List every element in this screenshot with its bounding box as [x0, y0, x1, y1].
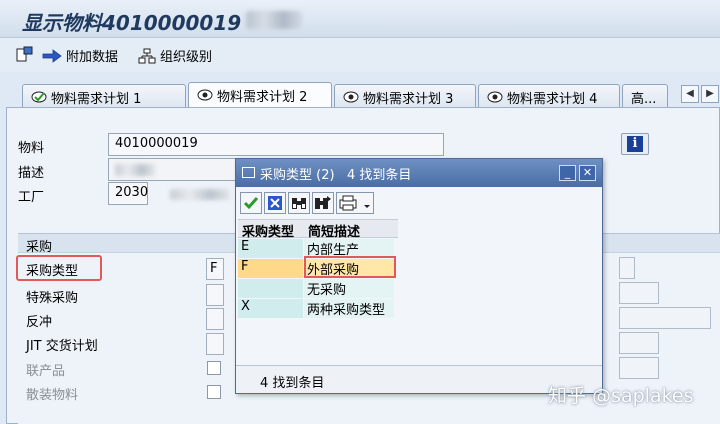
- list-item-desc: 无采购: [304, 279, 394, 298]
- special-proc-label: 特殊采购: [26, 291, 79, 306]
- tab-mrp2[interactable]: 物料需求计划 2: [188, 82, 332, 109]
- popup-status-text: 4 找到条目: [260, 376, 325, 391]
- tab-label: 物料需求计划 3: [363, 92, 454, 107]
- tab-status-icon: [31, 90, 47, 103]
- description-field[interactable]: [108, 158, 236, 181]
- tab-label: 物料需求计划 2: [217, 90, 308, 105]
- list-item[interactable]: X 两种采购类型: [238, 299, 398, 318]
- col-short-desc: 简短描述: [308, 225, 361, 240]
- list-item-type: [238, 279, 303, 298]
- description-redacted: [115, 164, 155, 176]
- popup-title-bar: 采购类型 (2) 4 找到条目 _ ✕: [236, 159, 602, 187]
- binoculars-icon: [292, 198, 306, 209]
- tab-status-icon: [343, 90, 359, 103]
- list-item[interactable]: 无采购: [238, 279, 398, 298]
- list-item-desc: 两种采购类型: [304, 299, 394, 318]
- list-item-type: E: [238, 239, 303, 258]
- bulk-material-label: 散装物料: [26, 388, 79, 403]
- org-structure-icon: [138, 48, 156, 64]
- plant-name-redacted: [170, 189, 230, 200]
- title-bar: 显示物料4010000019: [0, 0, 720, 38]
- co-product-checkbox[interactable]: [207, 361, 221, 375]
- tab-scroll-right-button[interactable]: ▶: [701, 85, 719, 103]
- find-next-icon: [315, 196, 331, 209]
- minimize-icon: _: [564, 166, 571, 179]
- popup-title: 采购类型 (2) 4 找到条目: [260, 164, 411, 183]
- jit-schedule-label: JIT 交货计划: [26, 339, 98, 354]
- tab-status-icon: [487, 90, 503, 103]
- right-field-4[interactable]: [619, 332, 659, 354]
- tab-mrp1[interactable]: 物料需求计划 1: [22, 84, 186, 108]
- proc-type-label: 采购类型: [26, 264, 79, 279]
- cancel-button[interactable]: [264, 192, 286, 214]
- cancel-icon: [268, 196, 282, 210]
- co-product-label: 联产品: [26, 364, 66, 379]
- confirm-button[interactable]: [240, 192, 262, 214]
- tab-more[interactable]: 高...: [622, 84, 668, 108]
- tab-label: 物料需求计划 4: [507, 92, 598, 107]
- tab-status-icon: [197, 88, 213, 101]
- tab-scroll-left-button[interactable]: ◀: [681, 85, 699, 103]
- right-field-1[interactable]: [619, 257, 635, 279]
- plant-label: 工厂: [18, 190, 45, 205]
- window-title: 显示物料4010000019: [22, 11, 242, 35]
- org-levels-label: 组织级别: [160, 50, 213, 65]
- watermark: 知乎 @saplakes: [548, 385, 694, 407]
- print-button[interactable]: [336, 192, 374, 214]
- org-levels-button[interactable]: 组织级别: [138, 46, 212, 65]
- right-field-2[interactable]: [619, 282, 659, 304]
- list-item-type: F: [238, 259, 303, 278]
- material-field[interactable]: 4010000019: [108, 133, 444, 156]
- popup-found-count: 4 找到条目: [346, 168, 412, 183]
- close-icon: ✕: [582, 166, 593, 179]
- info-button[interactable]: i: [621, 133, 649, 155]
- list-header: 采购类型 简短描述: [238, 219, 398, 240]
- checkmark-icon: [243, 197, 259, 210]
- local-settings-button[interactable]: [16, 46, 33, 62]
- additional-data-button[interactable]: 附加数据: [42, 46, 118, 65]
- list-item-type: X: [238, 299, 303, 318]
- additional-data-label: 附加数据: [66, 50, 119, 65]
- info-icon: i: [627, 136, 643, 152]
- right-field-5[interactable]: [619, 357, 659, 379]
- caret-right-icon: ▶: [706, 88, 714, 99]
- toolbar: 附加数据 组织级别: [0, 38, 720, 72]
- close-button[interactable]: ✕: [579, 165, 596, 181]
- right-field-3[interactable]: [619, 307, 711, 329]
- minimize-button[interactable]: _: [559, 165, 576, 181]
- selected-row-highlight: [304, 256, 396, 278]
- printer-icon: [339, 195, 370, 211]
- special-proc-field[interactable]: [206, 284, 224, 306]
- find-button[interactable]: [288, 192, 310, 214]
- tab-label: 物料需求计划 1: [51, 92, 142, 107]
- tab-label: 高...: [631, 92, 657, 107]
- popup-title-text: 采购类型 (2): [260, 168, 335, 183]
- plant-field[interactable]: 2030: [108, 182, 148, 205]
- col-proc-type: 采购类型: [242, 225, 295, 240]
- arrow-right-icon: [42, 48, 62, 63]
- popup-toolbar: [238, 192, 388, 216]
- backflush-field[interactable]: [206, 308, 224, 330]
- tab-mrp4[interactable]: 物料需求计划 4: [478, 84, 620, 108]
- proc-type-popup: 采购类型 (2) 4 找到条目 _ ✕ 采购类型 简短描述 E 内部生产 F 外…: [235, 158, 603, 394]
- bulk-material-checkbox[interactable]: [207, 385, 221, 399]
- find-next-button[interactable]: [312, 192, 334, 214]
- tab-strip: 物料需求计划 1 物料需求计划 2 物料需求计划 3 物料需求计划 4 高...…: [0, 82, 720, 109]
- document-icon: [16, 46, 33, 62]
- proc-type-field[interactable]: F: [206, 258, 224, 280]
- title-redacted: [246, 11, 302, 29]
- window-icon: [242, 167, 255, 178]
- backflush-label: 反冲: [26, 315, 53, 330]
- description-label: 描述: [18, 166, 45, 181]
- jit-schedule-field[interactable]: [206, 333, 224, 355]
- tab-mrp3[interactable]: 物料需求计划 3: [334, 84, 476, 108]
- caret-left-icon: ◀: [686, 88, 694, 99]
- material-label: 物料: [18, 141, 45, 156]
